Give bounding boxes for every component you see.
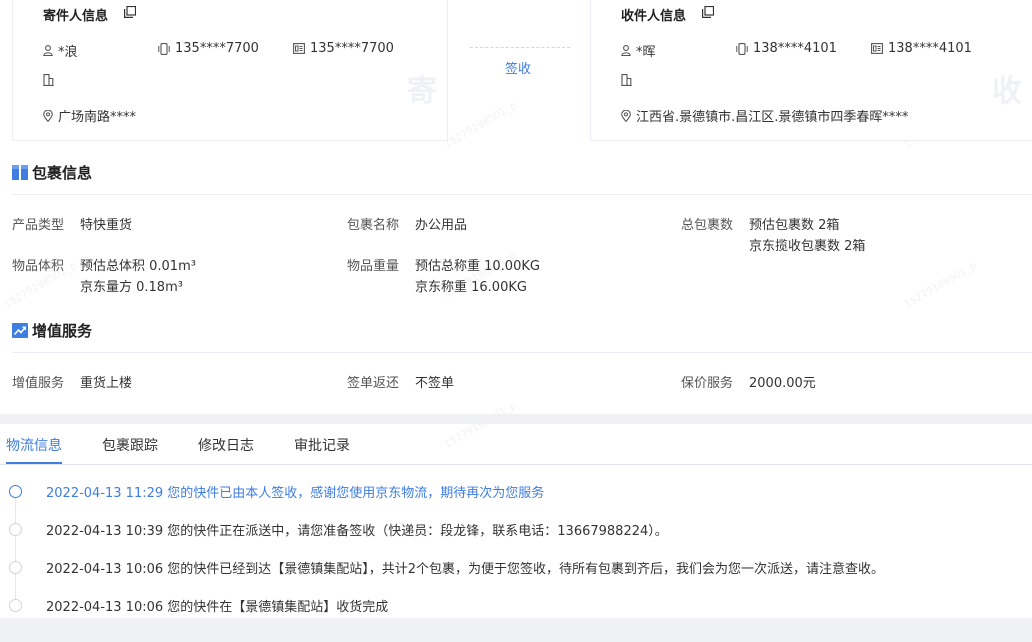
value-added-section-header: 增值服务 [12, 320, 92, 341]
volume-measured: 京东量方 0.18m³ [80, 280, 183, 295]
timeline-dot-active [9, 485, 22, 498]
sender-company-field [43, 74, 59, 86]
watermark-text: 15279198501_p [442, 100, 519, 151]
receiver-address: 江西省.景德镇市.昌江区.景德镇市四季春晖**** [636, 110, 909, 125]
user-icon [621, 45, 631, 56]
timeline-entry: 2022-04-13 10:06 您的快件在【景德镇集配站】收货完成 [46, 600, 389, 615]
timeline-entry: 2022-04-13 10:39 您的快件正在派送中，请您准备签收（快递员：段龙… [46, 524, 668, 539]
receiver-phone-field: 138****4101 [871, 41, 972, 56]
sign-status-line [470, 47, 570, 48]
value-added-section-title: 增值服务 [32, 322, 93, 340]
total-packages-estimated: 预估包裹数 2箱 [749, 218, 840, 233]
section-separator [0, 414, 1032, 424]
sender-address: 广场南路**** [58, 110, 137, 125]
active-tab-indicator [6, 462, 62, 464]
tab-logistics-info[interactable]: 物流信息 [6, 435, 62, 455]
sender-phone: 135****7700 [310, 41, 394, 56]
sender-name: *浪 [58, 45, 78, 60]
watermark-text: 15279198501_p [902, 260, 979, 311]
bottom-band [0, 618, 1032, 642]
service-item: 增值服务 重货上楼 [12, 373, 132, 394]
volume-label: 物品体积 [12, 259, 65, 274]
tab-change-log[interactable]: 修改日志 [198, 435, 254, 455]
service-label: 增值服务 [12, 376, 65, 391]
receiver-phone: 138****4101 [888, 41, 972, 56]
receiver-card: 收件人信息 *晖 138****4101 138****4101 江西省.景德镇… [590, 0, 1032, 141]
package-divider [12, 194, 1032, 195]
total-packages-item: 总包裹数 预估包裹数 2箱 京东揽收包裹数 2箱 [681, 215, 865, 257]
trend-up-icon [12, 323, 28, 338]
insurance-value: 2000.00元 [749, 376, 816, 391]
copy-icon[interactable] [124, 6, 136, 18]
telephone-icon [871, 43, 883, 54]
weight-measured: 京东称重 16.00KG [415, 280, 527, 295]
return-value: 不签单 [415, 376, 455, 391]
timeline-line [15, 496, 16, 608]
tab-approval-records[interactable]: 审批记录 [294, 435, 350, 455]
product-type-value: 特快重货 [80, 218, 133, 233]
weight-estimated: 预估总称重 10.00KG [415, 259, 540, 274]
receiver-address-field: 江西省.景德镇市.昌江区.景德镇市四季春晖**** [621, 106, 908, 125]
service-value: 重货上楼 [80, 376, 133, 391]
sender-mobile: 135****7700 [175, 41, 259, 56]
building-icon [621, 74, 632, 86]
total-packages-label: 总包裹数 [681, 218, 734, 233]
weight-item: 物品重量 预估总称重 10.00KG 京东称重 16.00KG [347, 256, 540, 298]
receiver-name: *晖 [636, 45, 656, 60]
insurance-item: 保价服务 2000.00元 [681, 373, 816, 394]
mobile-phone-icon [158, 42, 170, 55]
value-added-divider [12, 352, 1032, 353]
insurance-label: 保价服务 [681, 376, 734, 391]
package-section-title: 包裹信息 [32, 164, 93, 182]
volume-item: 物品体积 预估总体积 0.01m³ 京东量方 0.18m³ [12, 256, 196, 298]
receiver-mobile-field: 138****4101 [736, 41, 837, 56]
product-type-item: 产品类型 特快重货 [12, 215, 132, 236]
total-packages-collected: 京东揽收包裹数 2箱 [749, 239, 866, 254]
package-name-item: 包裹名称 办公用品 [347, 215, 467, 236]
sender-title: 寄件人信息 [43, 9, 109, 24]
package-section-header: 包裹信息 [12, 162, 92, 183]
timeline-dot [9, 599, 22, 612]
receiver-mobile: 138****4101 [753, 41, 837, 56]
copy-icon[interactable] [702, 6, 714, 18]
timeline-dot [9, 561, 22, 574]
timeline-entry: 2022-04-13 10:06 您的快件已经到达【景德镇集配站】，共计2个包裹… [46, 562, 885, 577]
timeline-dot [9, 523, 22, 536]
sender-name-field: *浪 [43, 41, 78, 60]
sign-status-label: 签收 [505, 62, 532, 77]
tab-package-tracking[interactable]: 包裹跟踪 [102, 435, 158, 455]
telephone-icon [293, 43, 305, 54]
location-pin-icon [621, 109, 631, 122]
package-name-value: 办公用品 [415, 218, 468, 233]
timeline-entry: 2022-04-13 11:29 您的快件已由本人签收，感谢您使用京东物流，期待… [46, 486, 545, 501]
package-name-label: 包裹名称 [347, 218, 400, 233]
product-type-label: 产品类型 [12, 218, 65, 233]
building-icon [43, 74, 54, 86]
receiver-name-field: *晖 [621, 41, 656, 60]
logistics-tabs: 物流信息 包裹跟踪 修改日志 审批记录 [0, 424, 1032, 465]
user-icon [43, 45, 53, 56]
sender-mobile-field: 135****7700 [158, 41, 259, 56]
weight-label: 物品重量 [347, 259, 400, 274]
sender-phone-field: 135****7700 [293, 41, 394, 56]
receiver-watermark: 收 [992, 74, 1022, 109]
sender-address-field: 广场南路**** [43, 106, 136, 125]
receiver-title: 收件人信息 [621, 9, 687, 24]
sender-card: 寄件人信息 *浪 135****7700 135****7700 广场南路***… [12, 0, 448, 141]
location-pin-icon [43, 109, 53, 122]
volume-estimated: 预估总体积 0.01m³ [80, 259, 196, 274]
return-item: 签单返还 不签单 [347, 373, 454, 394]
package-icon [12, 165, 28, 180]
receiver-company-field [621, 74, 637, 86]
return-label: 签单返还 [347, 376, 400, 391]
mobile-phone-icon [736, 42, 748, 55]
sender-watermark: 寄 [407, 74, 437, 109]
